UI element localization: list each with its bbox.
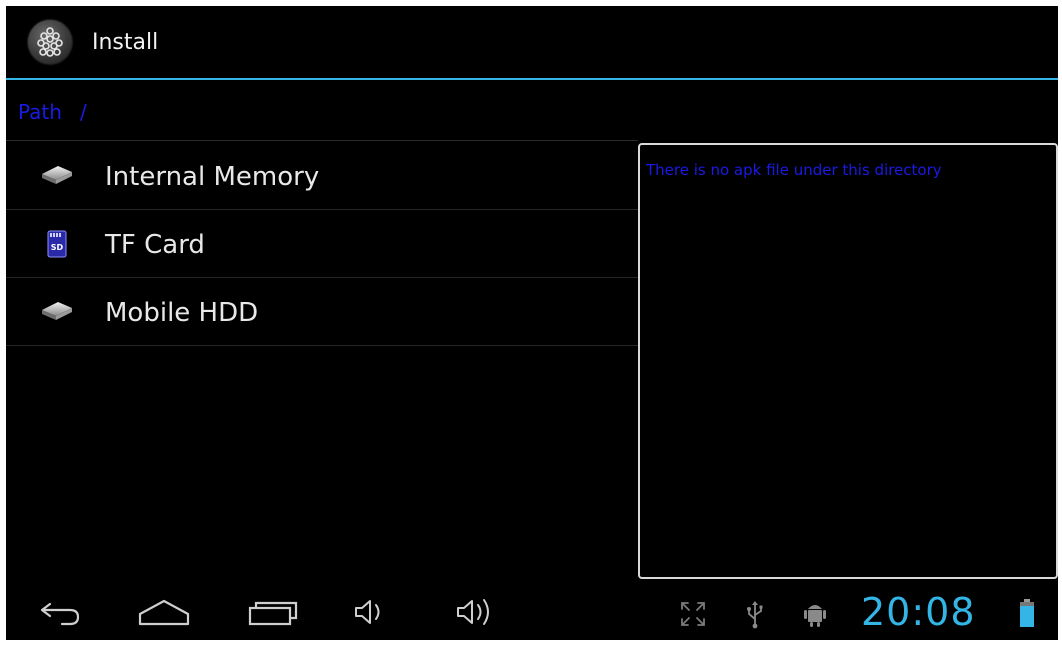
battery-icon [1018, 597, 1036, 633]
system-bar: 20:08 [6, 582, 1058, 640]
volume-down-button[interactable] [350, 594, 406, 630]
tablet-screen: Install Path / Internal Memory SD TF Car… [6, 6, 1058, 640]
path-divider [6, 140, 638, 141]
list-item-internal-memory[interactable]: Internal Memory [6, 142, 638, 210]
list-item-label: Mobile HDD [105, 298, 259, 328]
volume-up-button[interactable] [452, 594, 508, 630]
sd-card-icon: SD [38, 230, 74, 258]
apk-file-panel: There is no apk file under this director… [638, 143, 1058, 579]
empty-directory-message: There is no apk file under this director… [646, 161, 942, 179]
usb-icon [744, 599, 766, 633]
screen-resize-icon[interactable] [678, 599, 708, 633]
volume-up-icon [457, 599, 489, 625]
list-item-label: Internal Memory [105, 162, 320, 192]
volume-down-icon [355, 600, 380, 624]
drive-icon [38, 298, 74, 326]
back-button[interactable] [32, 594, 88, 630]
list-item-label: TF Card [105, 230, 205, 260]
installer-app-icon[interactable] [28, 20, 72, 64]
svg-text:SD: SD [51, 243, 64, 252]
recent-apps-button[interactable] [244, 594, 300, 630]
clock: 20:08 [861, 590, 976, 634]
action-bar-divider [6, 78, 1058, 80]
home-icon [138, 599, 190, 626]
home-button[interactable] [136, 594, 192, 630]
path-bar: Path / [18, 100, 87, 124]
app-title: Install [92, 30, 159, 55]
list-item-mobile-hdd[interactable]: Mobile HDD [6, 278, 638, 346]
storage-list: Internal Memory SD TF Card Mobile HDD [6, 142, 638, 346]
back-arrow-icon [40, 602, 80, 626]
path-label: Path [18, 100, 62, 124]
recent-apps-icon [248, 601, 298, 626]
path-value: / [79, 100, 87, 124]
list-item-tf-card[interactable]: SD TF Card [6, 210, 638, 278]
android-debug-icon [802, 599, 828, 633]
drive-icon [38, 162, 74, 190]
action-bar: Install [6, 6, 1058, 78]
